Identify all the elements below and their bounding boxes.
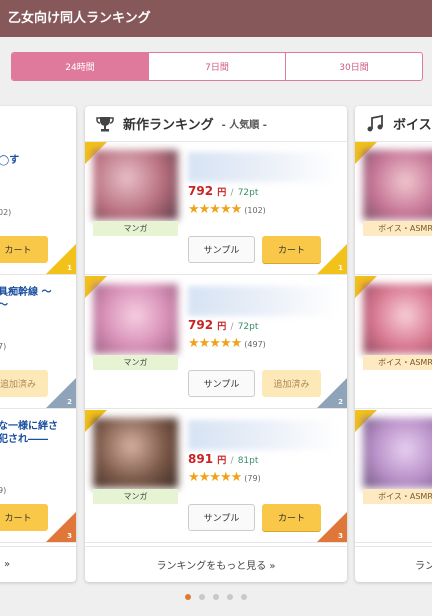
item-title-line2[interactable]: ～ (0, 299, 8, 312)
review-count: (497) (244, 340, 266, 349)
cart-button[interactable]: カート (0, 504, 48, 531)
list-item[interactable]: ボイス・ASMR (355, 276, 432, 409)
voice-ranking-card: ボイス ボイス・ASMR ボイス・ASMR ボイス・ASMR ラン (355, 106, 432, 582)
tab-24h[interactable]: 24時間 (12, 53, 148, 80)
trophy-icon (96, 116, 114, 131)
page-dot[interactable] (227, 594, 233, 600)
more-ranking-link[interactable]: ランキングをもっと見る » (85, 546, 347, 582)
genre-tag: マンガ (93, 489, 178, 504)
list-item[interactable]: ◯す 02) カート 1 (0, 142, 76, 275)
genre-tag: ボイス・ASMR (363, 489, 432, 504)
rank-number: 2 (67, 398, 72, 406)
rank-number: 2 (338, 398, 343, 406)
item-title[interactable]: な一様に絆さ (0, 420, 58, 433)
yen-unit: 円 (217, 456, 227, 466)
product-thumbnail[interactable] (93, 418, 178, 488)
music-note-icon (367, 114, 383, 131)
page-dot[interactable] (241, 594, 247, 600)
price: 891 円 / 81pt (188, 452, 258, 466)
carousel-pagination (0, 594, 432, 600)
review-count: 9) (0, 486, 7, 495)
rank-number: 1 (338, 264, 343, 272)
points: 72pt (237, 322, 259, 332)
page-title: 乙女向け同人ランキング (0, 0, 432, 37)
rating-stars: ★★★★★ (102) (188, 202, 266, 217)
item-title-line2[interactable]: 犯され―― (0, 433, 48, 446)
card-title: 新作ランキング (123, 118, 214, 133)
price-value: 792 (188, 318, 214, 332)
points: 81pt (237, 456, 259, 466)
card-subtitle: - 人気順 - (221, 120, 267, 131)
rank-number: 1 (67, 264, 72, 272)
price-value: 792 (188, 184, 214, 198)
product-thumbnail[interactable] (93, 284, 178, 354)
left-ranking-card: ◯す 02) カート 1 具痴幹線 ～ ～ 7) 追加済み 2 な一様に絆さ 犯… (0, 106, 76, 582)
tab-30d[interactable]: 30日間 (285, 53, 422, 80)
product-title[interactable] (188, 420, 338, 450)
separator: / (230, 456, 234, 466)
card-title: ボイス (393, 118, 432, 133)
separator: / (230, 322, 234, 332)
rank-number: 3 (67, 532, 72, 540)
cart-button[interactable]: カート (262, 504, 321, 531)
product-thumbnail[interactable] (363, 284, 432, 354)
stars-icon: ★★★★★ (188, 336, 242, 351)
genre-tag: ボイス・ASMR (363, 355, 432, 370)
product-title[interactable] (188, 152, 338, 182)
list-item[interactable]: マンガ 891 円 / 81pt ★★★★★ (79) サンプル カート 3 (85, 410, 347, 543)
price: 792 円 / 72pt (188, 318, 258, 332)
new-ranking-card: 新作ランキング - 人気順 - マンガ 792 円 / 72pt ★★★★★ (1… (85, 106, 347, 582)
product-thumbnail[interactable] (363, 150, 432, 220)
price-value: 891 (188, 452, 214, 466)
page-dot[interactable] (213, 594, 219, 600)
item-title[interactable]: ◯す (0, 154, 19, 167)
rating-stars: ★★★★★ (79) (188, 470, 261, 485)
period-tabs: 24時間 7日間 30日間 (11, 52, 423, 81)
genre-tag: ボイス・ASMR (363, 221, 432, 236)
review-count: (79) (244, 474, 261, 483)
review-count: 02) (0, 208, 12, 217)
card-header: ボイス (355, 106, 432, 142)
product-thumbnail[interactable] (93, 150, 178, 220)
list-item[interactable]: な一様に絆さ 犯され―― 9) カート 3 (0, 410, 76, 543)
points: 72pt (237, 188, 259, 198)
list-item[interactable]: マンガ 792 円 / 72pt ★★★★★ (497) サンプル 追加済み 2 (85, 276, 347, 409)
sample-button[interactable]: サンプル (188, 504, 255, 531)
page-dot[interactable] (199, 594, 205, 600)
sample-button[interactable]: サンプル (188, 370, 255, 397)
card-header: 新作ランキング - 人気順 - (85, 106, 347, 142)
product-thumbnail[interactable] (363, 418, 432, 488)
page-dot[interactable] (185, 594, 191, 600)
genre-tag: マンガ (93, 355, 178, 370)
list-item[interactable]: 具痴幹線 ～ ～ 7) 追加済み 2 (0, 276, 76, 409)
sample-button[interactable]: サンプル (188, 236, 255, 263)
yen-unit: 円 (217, 322, 227, 332)
price: 792 円 / 72pt (188, 184, 258, 198)
list-item[interactable]: ボイス・ASMR (355, 142, 432, 275)
more-link[interactable]: ラン (355, 546, 432, 582)
added-button[interactable]: 追加済み (262, 370, 321, 397)
separator: / (230, 188, 234, 198)
tab-7d[interactable]: 7日間 (148, 53, 285, 80)
added-button[interactable]: 追加済み (0, 370, 48, 397)
cart-button[interactable]: カート (0, 236, 48, 263)
product-title[interactable] (188, 286, 338, 316)
list-item[interactable]: ボイス・ASMR (355, 410, 432, 543)
review-count: (102) (244, 206, 266, 215)
stars-icon: ★★★★★ (188, 202, 242, 217)
genre-tag: マンガ (93, 221, 178, 236)
rank-number: 3 (338, 532, 343, 540)
item-title[interactable]: 具痴幹線 ～ (0, 286, 51, 299)
yen-unit: 円 (217, 188, 227, 198)
stars-icon: ★★★★★ (188, 470, 242, 485)
review-count: 7) (0, 342, 7, 351)
rating-stars: ★★★★★ (497) (188, 336, 266, 351)
list-item[interactable]: マンガ 792 円 / 72pt ★★★★★ (102) サンプル カート 1 (85, 142, 347, 275)
more-link[interactable]: » (0, 546, 76, 582)
cart-button[interactable]: カート (262, 236, 321, 263)
